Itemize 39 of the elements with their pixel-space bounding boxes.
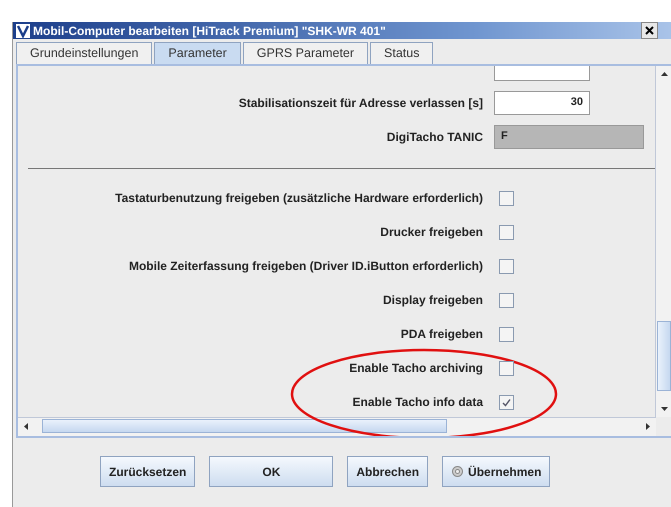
app-icon — [16, 24, 30, 38]
close-icon — [645, 26, 654, 35]
field-label: DigiTacho TANIC — [386, 130, 483, 144]
input-field: F — [494, 125, 644, 149]
horizontal-scrollbar[interactable] — [18, 417, 656, 436]
check-icon — [502, 398, 511, 406]
window-title: Mobil-Computer bearbeiten [HiTrack Premium] "SHK-WR 401" — [33, 24, 386, 38]
vertical-scrollbar[interactable] — [655, 66, 671, 417]
scroll-thumb[interactable] — [657, 321, 671, 391]
right-arrow-icon — [646, 422, 650, 430]
dialog-button[interactable]: Übernehmen — [442, 456, 550, 487]
left-arrow-icon — [24, 422, 28, 430]
scroll-thumb[interactable] — [42, 419, 447, 433]
checkbox[interactable] — [499, 190, 514, 206]
option-label: Enable Tacho info data — [352, 395, 483, 409]
option-label: PDA freigeben — [400, 327, 483, 341]
tab[interactable]: GPRS Parameter — [242, 42, 368, 64]
tab[interactable]: Parameter — [154, 42, 241, 64]
checkbox[interactable] — [499, 326, 514, 342]
checkbox[interactable] — [499, 360, 514, 376]
tab[interactable]: Status — [370, 42, 434, 64]
input-field[interactable]: 30 — [494, 91, 590, 115]
field-label: Stabilisationszeit für Adresse verlassen [s] — [238, 96, 483, 110]
dialog-button[interactable]: OK — [209, 456, 334, 487]
option-label: Drucker freigeben — [379, 225, 483, 239]
checkbox[interactable] — [499, 258, 514, 274]
option-label: Tastaturbenutzung freigeben (zusätzliche Hardware erforderlich) — [114, 191, 483, 205]
option-label: Mobile Zeiterfassung freigeben (Driver ID.iButton erforderlich) — [128, 259, 483, 273]
option-label: Display freigeben — [382, 293, 483, 307]
dialog-button[interactable]: Abbrechen — [347, 456, 428, 487]
option-label: Enable Tacho archiving — [348, 361, 483, 375]
dialog-button[interactable]: Zurücksetzen — [100, 456, 196, 487]
up-arrow-icon — [660, 72, 668, 76]
close-button[interactable] — [641, 22, 658, 39]
down-arrow-icon — [660, 407, 668, 411]
tab[interactable]: Grundeinstellungen — [16, 42, 152, 64]
checkbox[interactable] — [499, 292, 514, 308]
checkbox[interactable] — [499, 394, 514, 410]
checkbox[interactable] — [499, 224, 514, 240]
